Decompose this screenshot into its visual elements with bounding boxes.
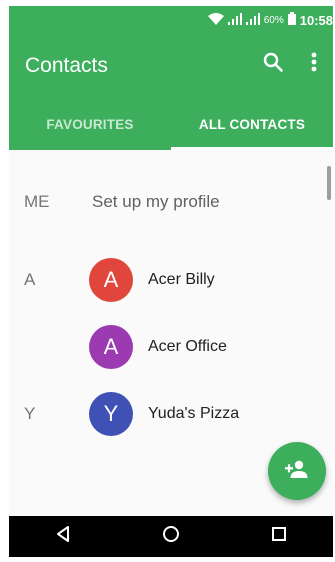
avatar: A: [89, 325, 133, 369]
more-options-button[interactable]: [298, 48, 330, 80]
signal-icon: [245, 12, 260, 28]
add-contact-button[interactable]: [268, 442, 326, 500]
section-header-a: A: [24, 270, 36, 289]
wifi-icon: [207, 12, 224, 28]
scrollbar[interactable]: [327, 166, 331, 200]
back-icon: [55, 525, 71, 548]
search-button[interactable]: [257, 48, 289, 80]
search-icon: [263, 52, 283, 77]
status-bar: 60% 10:58: [9, 6, 333, 34]
tab-favourites[interactable]: FAVOURITES: [9, 98, 171, 150]
profile-row[interactable]: ME Set up my profile: [9, 170, 333, 234]
recents-icon: [271, 526, 287, 547]
tab-bar: FAVOURITES ALL CONTACTS: [9, 98, 333, 150]
app-bar: Contacts FAVOURITES ALL CONTACTS: [9, 34, 333, 150]
status-icons: 60% 10:58: [207, 6, 333, 34]
contact-row[interactable]: A A Acer Billy: [9, 248, 333, 312]
back-button[interactable]: [39, 516, 87, 557]
section-header-y: Y: [24, 404, 36, 423]
more-vert-icon: [311, 52, 317, 77]
tab-all-contacts[interactable]: ALL CONTACTS: [171, 98, 333, 150]
clock: 10:58: [299, 12, 333, 28]
signal-icon: [227, 12, 242, 28]
avatar: A: [89, 258, 133, 302]
app-title: Contacts: [25, 54, 108, 77]
section-header-me: ME: [24, 192, 50, 211]
contact-name: Acer Billy: [148, 271, 215, 288]
phone-screen: 60% 10:58 Contacts FAVOURITES ALL CONTAC…: [9, 6, 333, 557]
avatar: Y: [89, 392, 133, 436]
battery-percent: 60%: [263, 14, 284, 26]
contact-row[interactable]: A Acer Office: [9, 315, 333, 379]
recents-button[interactable]: [255, 516, 303, 557]
battery-icon: [287, 12, 296, 28]
contact-name: Yuda's Pizza: [148, 405, 240, 422]
navigation-bar: [9, 516, 333, 557]
home-icon: [162, 525, 180, 548]
home-button[interactable]: [147, 516, 195, 557]
setup-profile-label: Set up my profile: [92, 192, 220, 211]
contact-name: Acer Office: [148, 338, 227, 355]
add-person-icon: [284, 459, 310, 484]
contact-row[interactable]: Y Y Yuda's Pizza: [9, 382, 333, 446]
